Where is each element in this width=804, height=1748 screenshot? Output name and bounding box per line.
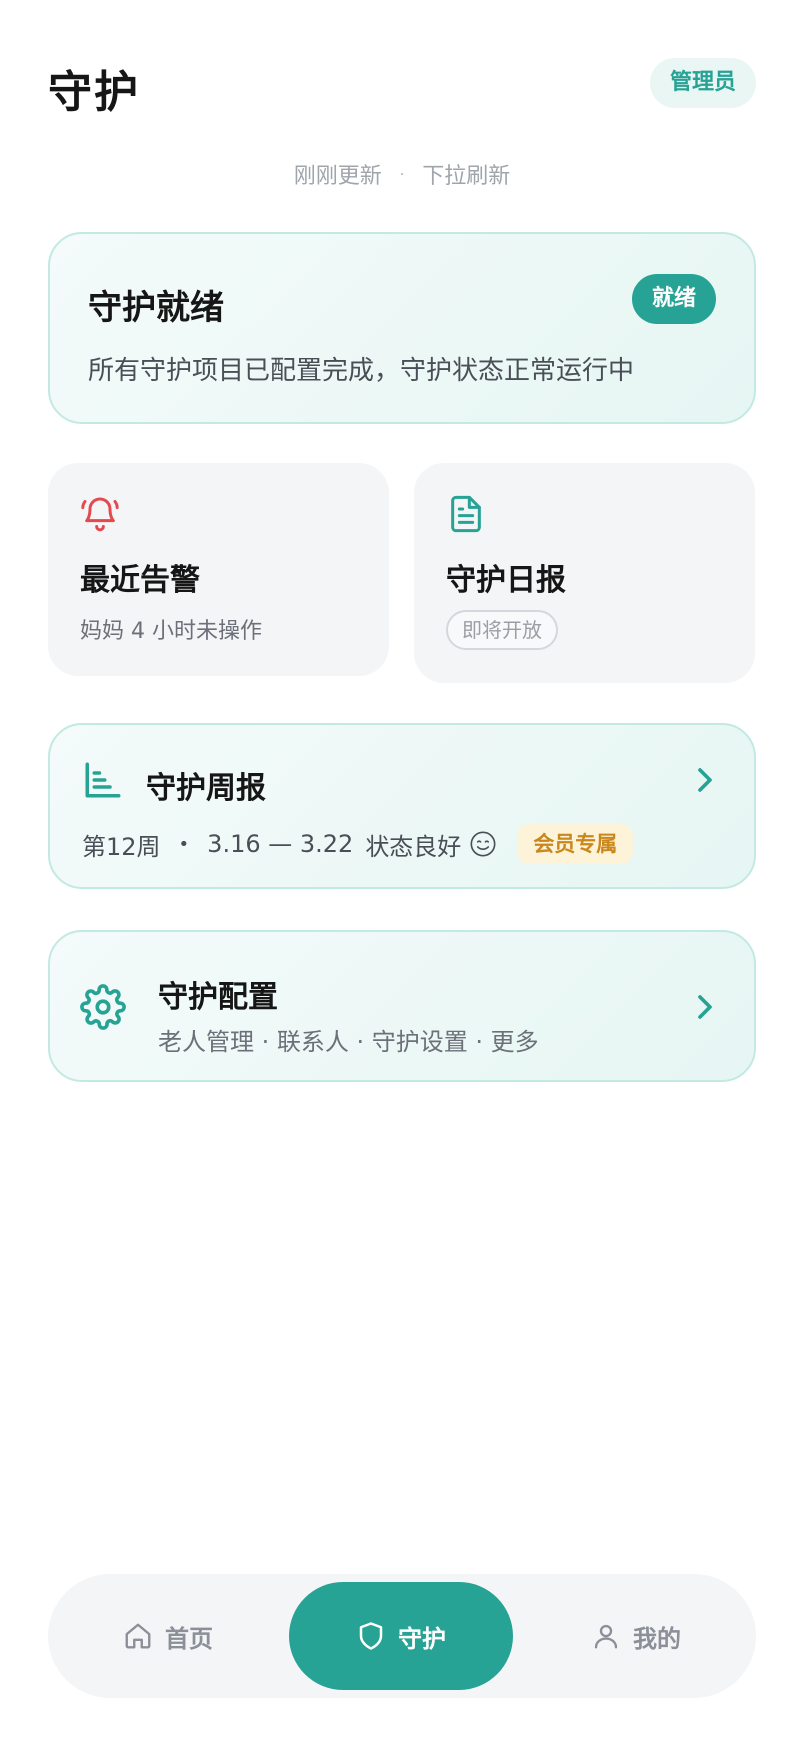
tab-home[interactable]: 首页 xyxy=(48,1574,288,1698)
guard-config-subtitle: 老人管理 · 联系人 · 守护设置 · 更多 xyxy=(158,1028,539,1056)
date-range: 3.16 — 3.22 xyxy=(207,830,354,858)
tab-mine-label: 我的 xyxy=(633,1624,681,1653)
chevron-right-icon xyxy=(698,768,712,792)
status-title: 守护就绪 xyxy=(88,288,224,328)
refresh-updated-text: 刚刚更新 xyxy=(293,164,382,189)
tab-mine[interactable]: 我的 xyxy=(516,1574,756,1698)
coming-soon-pill: 即将开放 xyxy=(446,610,558,650)
bell-icon xyxy=(81,497,119,532)
member-exclusive-badge: 会员专属 xyxy=(517,824,634,864)
bar-chart-icon xyxy=(85,762,121,798)
recent-alerts-subtitle: 妈妈 4 小时未操作 xyxy=(80,619,262,644)
page-title: 守护 xyxy=(48,67,140,118)
gear-icon xyxy=(80,984,126,1030)
status-card[interactable]: 守护就绪 就绪 所有守护项目已配置完成，守护状态正常运行中 xyxy=(48,232,756,424)
role-badge[interactable]: 管理员 xyxy=(649,58,756,108)
recent-alerts-tile[interactable]: 最近告警 妈妈 4 小时未操作 xyxy=(48,463,389,676)
daily-report-tile[interactable]: 守护日报 即将开放 xyxy=(414,463,755,683)
status-description: 所有守护项目已配置完成，守护状态正常运行中 xyxy=(88,356,635,386)
week-separator: • xyxy=(178,833,190,855)
daily-report-title: 守护日报 xyxy=(446,563,566,598)
bottom-tab-bar: 首页 守护 我的 xyxy=(48,1574,756,1698)
weekly-report-title: 守护周报 xyxy=(146,771,266,806)
tab-guard[interactable]: 守护 xyxy=(289,1582,513,1690)
guard-config-card[interactable]: 守护配置 老人管理 · 联系人 · 守护设置 · 更多 xyxy=(48,930,756,1082)
status-badge: 就绪 xyxy=(631,274,716,324)
page-header: 守护 管理员 xyxy=(48,48,756,118)
guard-config-title: 守护配置 xyxy=(158,980,278,1015)
refresh-status: 刚刚更新 · 下拉刷新 xyxy=(0,158,804,190)
document-icon xyxy=(451,495,481,533)
refresh-separator: · xyxy=(399,167,405,183)
tab-home-label: 首页 xyxy=(165,1624,213,1653)
smiley-icon xyxy=(470,831,496,857)
home-icon xyxy=(125,1623,151,1649)
recent-alerts-title: 最近告警 xyxy=(80,563,200,598)
tab-guard-label: 守护 xyxy=(398,1624,446,1653)
chevron-right-icon xyxy=(698,995,712,1019)
weekly-report-summary: 第12周 • 3.16 — 3.22 状态良好 会员专属 xyxy=(82,823,634,865)
shield-icon xyxy=(359,1622,383,1650)
weekly-report-card[interactable]: 守护周报 第12周 • 3.16 — 3.22 状态良好 会员专属 xyxy=(48,723,756,889)
week-number: 第12周 xyxy=(82,832,161,861)
refresh-hint-text: 下拉刷新 xyxy=(422,164,511,189)
weekly-status-text: 状态良好 xyxy=(365,832,462,861)
user-icon xyxy=(594,1624,618,1649)
